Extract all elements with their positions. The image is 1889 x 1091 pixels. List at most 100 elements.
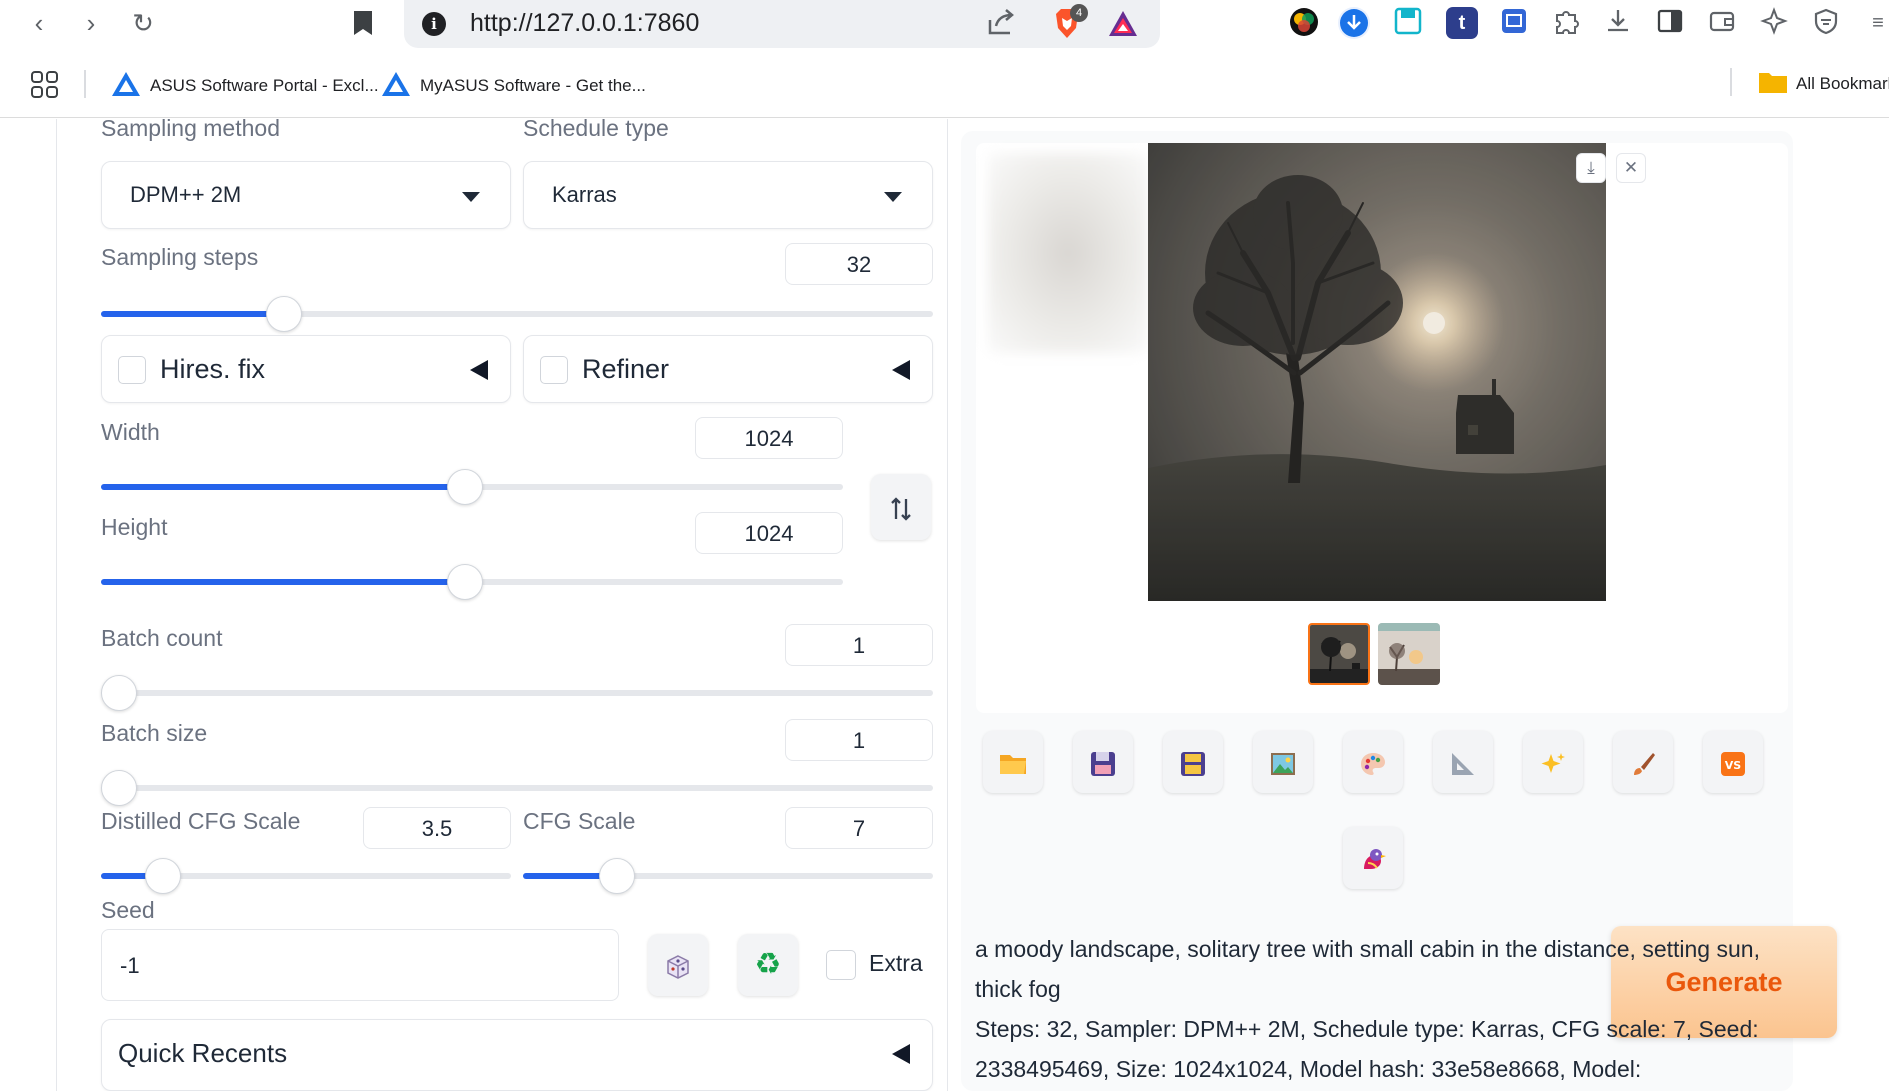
send-to-inpaint-button[interactable] (1343, 731, 1403, 793)
sparkle-icon (1539, 747, 1567, 777)
swap-vertical-icon (889, 492, 913, 522)
collapse-arrow-icon[interactable] (892, 360, 910, 380)
batch-size-slider[interactable] (101, 770, 933, 806)
wallet-icon[interactable] (1706, 7, 1738, 39)
refiner-accordion[interactable]: Refiner (523, 335, 933, 403)
seed-label: Seed (101, 897, 155, 923)
ruler-icon (1449, 747, 1477, 777)
sidebar-icon[interactable] (1654, 7, 1686, 39)
address-bar[interactable]: i http://127.0.0.1:7860 4 (404, 0, 1160, 48)
cfg-scale-slider[interactable] (523, 858, 933, 894)
distilled-cfg-label: Distilled CFG Scale (101, 808, 301, 834)
recycle-icon: ♻ (754, 948, 782, 981)
gallery-thumbnail-2[interactable] (1378, 623, 1440, 685)
sampling-steps-slider[interactable] (101, 296, 933, 332)
bookmarks-bar: ASUS Software Portal - Excl... MyASUS So… (0, 62, 1889, 106)
slider-thumb[interactable] (446, 469, 483, 505)
batch-count-slider[interactable] (101, 675, 933, 711)
forward-icon[interactable]: › (74, 6, 108, 40)
brush-button[interactable] (1613, 731, 1673, 793)
brush-icon (1629, 747, 1657, 777)
browser-chrome: ‹ › ↻ i http://127.0.0.1:7860 4 t ≡ ASUS… (0, 0, 1889, 118)
sampling-steps-label: Sampling steps (101, 244, 259, 270)
share-icon[interactable] (986, 8, 1016, 43)
bird-button[interactable] (1343, 827, 1403, 889)
extra-checkbox[interactable] (826, 950, 856, 980)
save-extension-icon[interactable] (1392, 7, 1424, 39)
site-info-icon[interactable]: i (422, 12, 446, 36)
slider-thumb[interactable] (266, 296, 303, 332)
bookmark-label: MyASUS Software - Get the... (420, 75, 646, 95)
schedule-type-value: Karras (552, 182, 617, 207)
sampling-steps-input[interactable]: 32 (785, 243, 933, 285)
vpn-shield-icon[interactable] (1810, 7, 1842, 39)
height-slider[interactable] (101, 564, 843, 600)
bookmarks-divider (84, 70, 86, 98)
reuse-seed-button[interactable]: ♻ (738, 934, 798, 996)
download-image-button[interactable]: ⤓ (1576, 153, 1606, 183)
apps-grid-icon[interactable] (30, 70, 60, 105)
url-text[interactable]: http://127.0.0.1:7860 (470, 9, 699, 38)
batch-count-input[interactable]: 1 (785, 624, 933, 666)
distilled-cfg-slider[interactable] (101, 858, 511, 894)
puzzle-icon[interactable] (1550, 7, 1582, 39)
slider-thumb[interactable] (101, 675, 137, 711)
close-image-button[interactable]: ✕ (1616, 153, 1646, 183)
seed-input[interactable]: -1 (101, 929, 619, 1001)
hires-fix-checkbox[interactable] (118, 356, 146, 384)
dice-icon (664, 950, 692, 980)
collapse-arrow-icon[interactable] (892, 1044, 910, 1064)
slider-thumb[interactable] (101, 770, 137, 806)
leo-ai-icon[interactable] (1758, 7, 1790, 39)
generated-image[interactable] (1148, 143, 1606, 601)
rewards-icon[interactable] (1108, 9, 1138, 39)
brave-shields-icon[interactable]: 4 (1052, 4, 1088, 40)
t-extension-icon[interactable]: t (1446, 7, 1478, 39)
all-bookmarks[interactable]: All Bookmarks (1758, 70, 1889, 99)
open-folder-button[interactable] (983, 731, 1043, 793)
quick-recents-accordion[interactable]: Quick Recents (101, 1019, 933, 1091)
schedule-type-label: Schedule type (523, 115, 669, 141)
blurred-preview (988, 153, 1148, 353)
collapse-arrow-icon[interactable] (470, 360, 488, 380)
bookmark-myasus[interactable]: MyASUS Software - Get the... (380, 70, 646, 103)
slider-thumb[interactable] (144, 858, 181, 894)
cfg-scale-input[interactable]: 7 (785, 807, 933, 849)
send-to-extras-button[interactable] (1433, 731, 1493, 793)
send-to-img2img-button[interactable] (1253, 731, 1313, 793)
extension-circle-icon[interactable] (1288, 7, 1320, 39)
bookmark-icon[interactable] (346, 6, 380, 40)
hires-fix-accordion[interactable]: Hires. fix (101, 335, 511, 403)
refiner-checkbox[interactable] (540, 356, 568, 384)
sampling-method-dropdown[interactable]: DPM++ 2M (101, 161, 511, 229)
generation-settings-panel: Sampling method DPM++ 2M Schedule type K… (56, 115, 948, 1091)
sparkle-button[interactable] (1523, 731, 1583, 793)
slider-thumb[interactable] (446, 564, 483, 600)
swap-dimensions-button[interactable] (871, 474, 931, 540)
batch-size-input[interactable]: 1 (785, 719, 933, 761)
image-gallery: ⤓ ✕ (976, 143, 1788, 713)
window-extension-icon[interactable] (1498, 7, 1530, 39)
sampling-method-value: DPM++ 2M (130, 182, 242, 207)
save-button[interactable] (1073, 731, 1133, 793)
svg-text:VS: VS (1725, 759, 1742, 772)
bookmark-asus-portal[interactable]: ASUS Software Portal - Excl... (110, 70, 379, 103)
reload-icon[interactable]: ↻ (126, 6, 160, 40)
downloads-icon[interactable] (1602, 7, 1634, 39)
slider-thumb[interactable] (599, 858, 636, 894)
gallery-thumbnail-1[interactable] (1308, 623, 1370, 685)
vscode-button[interactable]: VS (1703, 731, 1763, 793)
width-slider[interactable] (101, 469, 843, 505)
width-input[interactable]: 1024 (695, 417, 843, 459)
menu-icon[interactable]: ≡ (1862, 7, 1889, 39)
back-icon[interactable]: ‹ (22, 6, 56, 40)
caret-down-icon (884, 192, 902, 202)
random-seed-button[interactable] (648, 934, 708, 996)
zip-save-button[interactable] (1163, 731, 1223, 793)
download-manager-icon[interactable] (1338, 7, 1370, 39)
schedule-type-dropdown[interactable]: Karras (523, 161, 933, 229)
width-label: Width (101, 419, 160, 445)
asus-logo-icon (110, 70, 142, 103)
height-input[interactable]: 1024 (695, 512, 843, 554)
distilled-cfg-input[interactable]: 3.5 (363, 807, 511, 849)
